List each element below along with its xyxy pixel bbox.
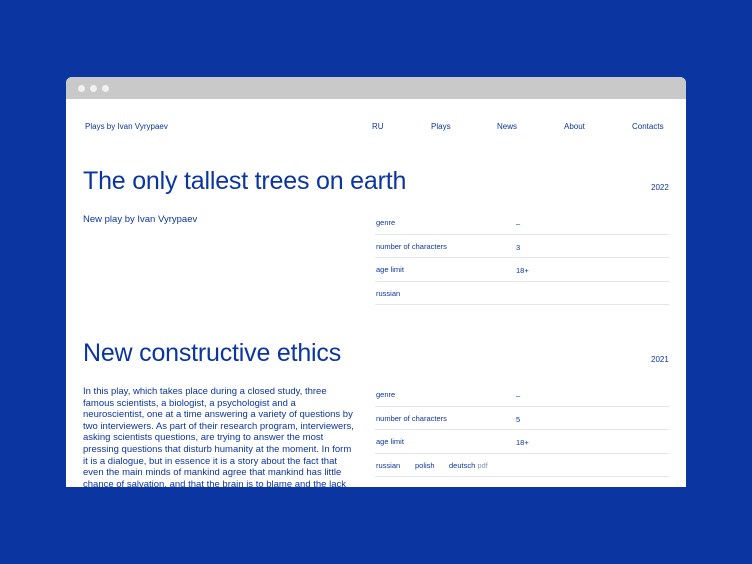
play-description: In this play, which takes place during a… [83, 386, 354, 487]
language-link-russian[interactable]: russian [376, 461, 400, 470]
spec-label: genre [376, 218, 396, 227]
page-content: Plays by Ivan Vyrypaev RU Plays News Abo… [66, 99, 686, 487]
pdf-download-link[interactable]: pdf [477, 461, 487, 470]
spec-label: genre [376, 390, 396, 399]
nav-language-ru[interactable]: RU [372, 122, 384, 131]
nav-news[interactable]: News [497, 122, 517, 131]
nav-plays[interactable]: Plays [431, 122, 451, 131]
language-link-deutsch[interactable]: deutsch [449, 461, 475, 470]
nav-about[interactable]: About [564, 122, 585, 131]
language-link-polish[interactable]: polish [415, 461, 435, 470]
language-deutsch-item: deutsch pdf [449, 461, 488, 470]
play-title[interactable]: New constructive ethics [83, 339, 341, 368]
spec-label: number of characters [376, 241, 447, 251]
nav-contacts[interactable]: Contacts [632, 122, 664, 131]
spec-value: – [516, 391, 521, 400]
window-titlebar [66, 77, 686, 99]
play-year: 2021 [651, 355, 669, 364]
window-maximize-dot[interactable] [102, 85, 109, 92]
spec-value: 5 [516, 414, 521, 424]
language-link-russian[interactable]: russian [376, 289, 400, 298]
play-title[interactable]: The only tallest trees on earth [83, 167, 406, 196]
spec-label: age limit [376, 437, 404, 446]
spec-row-languages: russian polish deutsch pdf [375, 454, 669, 477]
play-specs: genre – number of characters 3 age limit… [375, 211, 669, 305]
spec-value: 18+ [516, 266, 529, 275]
play-year: 2022 [651, 183, 669, 192]
play-subtitle: New play by Ivan Vyrypaev [83, 214, 198, 225]
browser-window: Plays by Ivan Vyrypaev RU Plays News Abo… [66, 77, 686, 487]
spec-row-age-limit: age limit 18+ [375, 430, 669, 454]
play-specs: genre – number of characters 5 age limit… [375, 383, 669, 477]
spec-row-genre: genre – [375, 383, 669, 407]
spec-value: 3 [516, 242, 521, 252]
spec-label: age limit [376, 265, 404, 274]
spec-row-age-limit: age limit 18+ [375, 258, 669, 282]
spec-value: – [516, 219, 521, 228]
site-brand-link[interactable]: Plays by Ivan Vyrypaev [85, 122, 168, 131]
spec-row-languages: russian [375, 282, 669, 305]
spec-row-characters: number of characters 3 [375, 235, 669, 258]
spec-label: number of characters [376, 413, 447, 423]
spec-row-characters: number of characters 5 [375, 407, 669, 430]
spec-value: 18+ [516, 438, 529, 447]
window-minimize-dot[interactable] [90, 85, 97, 92]
window-close-dot[interactable] [78, 85, 85, 92]
spec-row-genre: genre – [375, 211, 669, 235]
